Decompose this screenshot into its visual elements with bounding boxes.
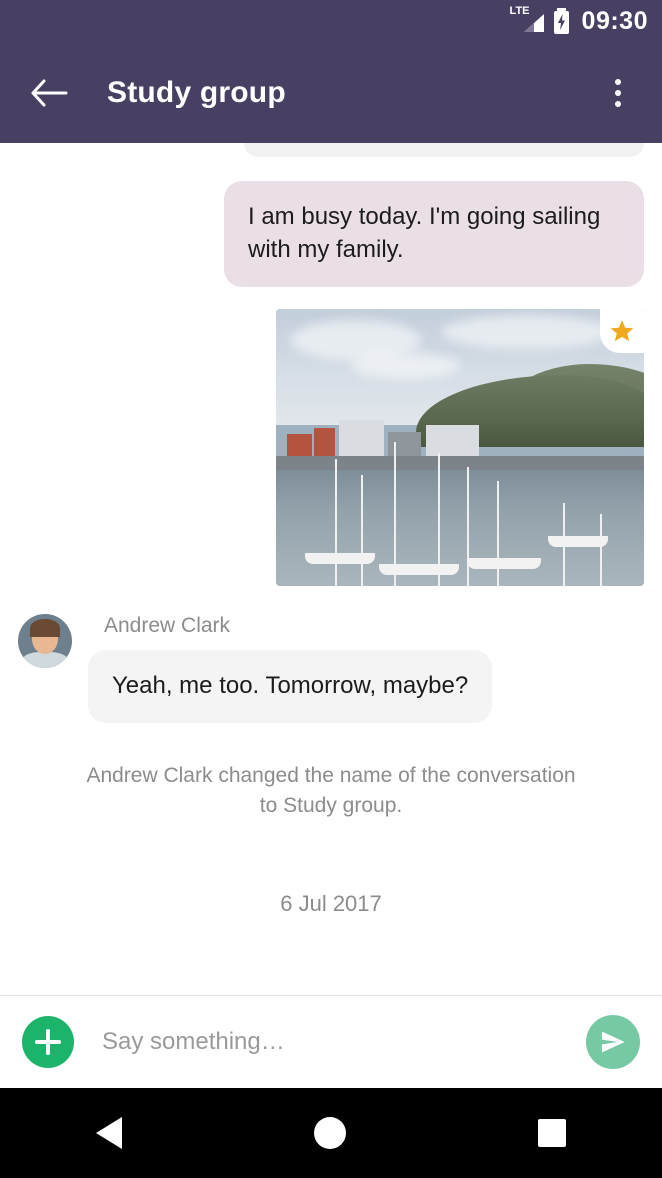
photo-mast [467,466,470,586]
send-icon [601,1031,625,1053]
signal-triangle-dim [523,23,534,32]
message-sender-name: Andrew Clark [104,614,231,637]
plus-icon[interactable] [22,1016,74,1068]
add-attachment-button[interactable] [22,1016,74,1068]
status-clock: 09:30 [581,6,648,35]
photo-background [276,309,644,586]
photo-cloud [441,314,612,349]
photo-mast [496,480,499,586]
overflow-menu-icon[interactable] [596,69,640,117]
message-input[interactable] [100,1027,586,1057]
message-row-outgoing: I am busy today. I'm going sailing with … [18,157,644,287]
message-composer [0,995,662,1088]
photo-mast [334,458,337,586]
app-bar: Study group [0,42,662,143]
system-event-note: Andrew Clark changed the name of the con… [86,764,576,817]
page-title: Study group [107,75,286,109]
message-bubble-incoming[interactable]: Yeah, me too. Tomorrow, maybe? [88,650,493,723]
battery-charging-icon [553,8,571,34]
send-button[interactable] [586,1015,640,1069]
message-bubble-outgoing[interactable]: I am busy today. I'm going sailing with … [224,181,644,287]
status-icons: LTE 09:30 [510,6,648,35]
phone-screen: LTE 09:30 Study group I am busy today. I… [0,0,662,1178]
status-bar: LTE 09:30 [0,0,662,42]
photo-boat-hull [379,563,460,575]
message-row-image [18,287,644,586]
star-icon[interactable] [600,309,644,353]
nav-recents-icon[interactable] [538,1119,566,1147]
photo-boat-hull [305,552,376,564]
photo-mast [360,475,363,586]
message-row-incoming: Andrew Clark Yeah, me too. Tomorrow, may… [18,610,644,723]
photo-water [276,469,644,586]
photo-mast [599,513,602,586]
conversation-list[interactable]: I am busy today. I'm going sailing with … [0,143,662,995]
photo-boat-hull [548,536,609,548]
incoming-column: Andrew Clark Yeah, me too. Tomorrow, may… [88,610,493,723]
nav-home-icon[interactable] [314,1117,346,1149]
photo-boat-hull [467,558,542,570]
message-image-attachment[interactable] [276,309,644,586]
avatar[interactable] [18,614,72,668]
system-nav-bar [0,1088,662,1178]
nav-back-icon[interactable] [96,1117,122,1149]
date-separator: 6 Jul 2017 [280,891,382,916]
back-arrow-icon[interactable] [26,70,72,116]
photo-quay [276,455,644,470]
message-bubble-partial[interactable] [244,143,644,157]
signal-bars-icon: LTE [510,6,544,35]
